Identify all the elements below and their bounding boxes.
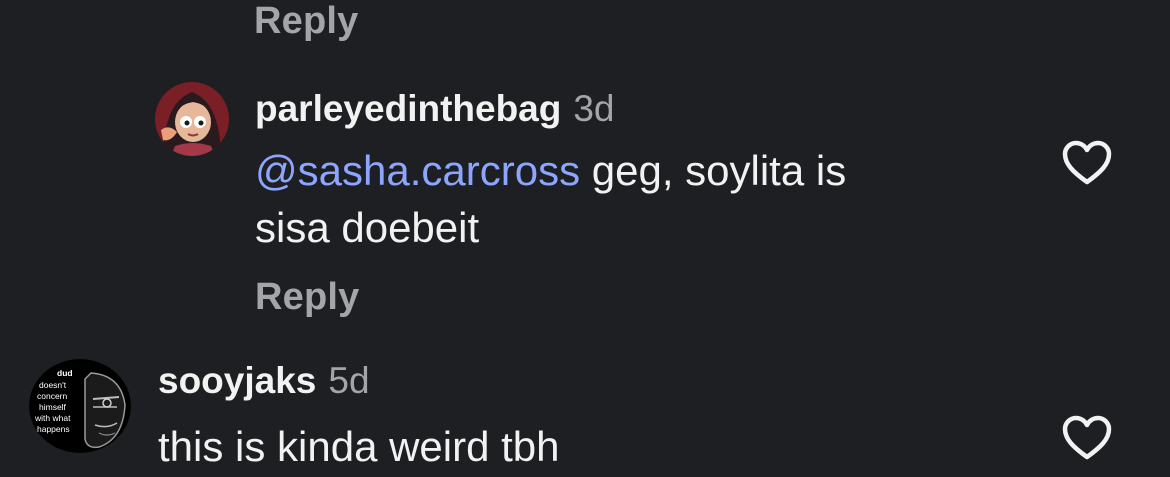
avatar-text: himself bbox=[39, 402, 67, 412]
heart-outline-icon[interactable] bbox=[1061, 415, 1113, 461]
mention-link[interactable]: @sasha.carcross bbox=[255, 147, 580, 194]
comment-item: dud doesn't concern himself with what ha… bbox=[29, 356, 1170, 477]
reply-button[interactable]: Reply bbox=[255, 276, 359, 319]
comment-text: this is kinda weird tbh bbox=[158, 423, 560, 470]
comment-reply-item: parleyedinthebag 3d @sasha.carcross geg, … bbox=[155, 82, 1170, 322]
avatar-text: dud bbox=[57, 368, 73, 378]
comment-header: sooyjaks 5d bbox=[158, 360, 370, 402]
comment-header: parleyedinthebag 3d bbox=[255, 88, 615, 130]
avatar-text: concern bbox=[37, 391, 68, 401]
cartoon-girl-avatar-icon[interactable] bbox=[155, 82, 229, 156]
avatar-text: happens bbox=[37, 424, 70, 434]
username[interactable]: sooyjaks bbox=[158, 360, 316, 401]
username[interactable]: parleyedinthebag bbox=[255, 88, 561, 129]
timestamp: 5d bbox=[328, 360, 370, 401]
wojak-face-avatar-icon[interactable]: dud doesn't concern himself with what ha… bbox=[29, 359, 131, 453]
comment-text: @sasha.carcross geg, soylita is sisa doe… bbox=[255, 142, 1015, 256]
avatar-text: doesn't bbox=[39, 380, 67, 390]
avatar-text: with what bbox=[34, 413, 71, 423]
timestamp: 3d bbox=[573, 88, 615, 129]
reply-button[interactable]: Reply bbox=[254, 0, 358, 43]
comment-text-line: sisa doebeit bbox=[255, 204, 480, 251]
comment-text-line: geg, soylita is bbox=[580, 147, 847, 194]
heart-outline-icon[interactable] bbox=[1061, 140, 1113, 186]
